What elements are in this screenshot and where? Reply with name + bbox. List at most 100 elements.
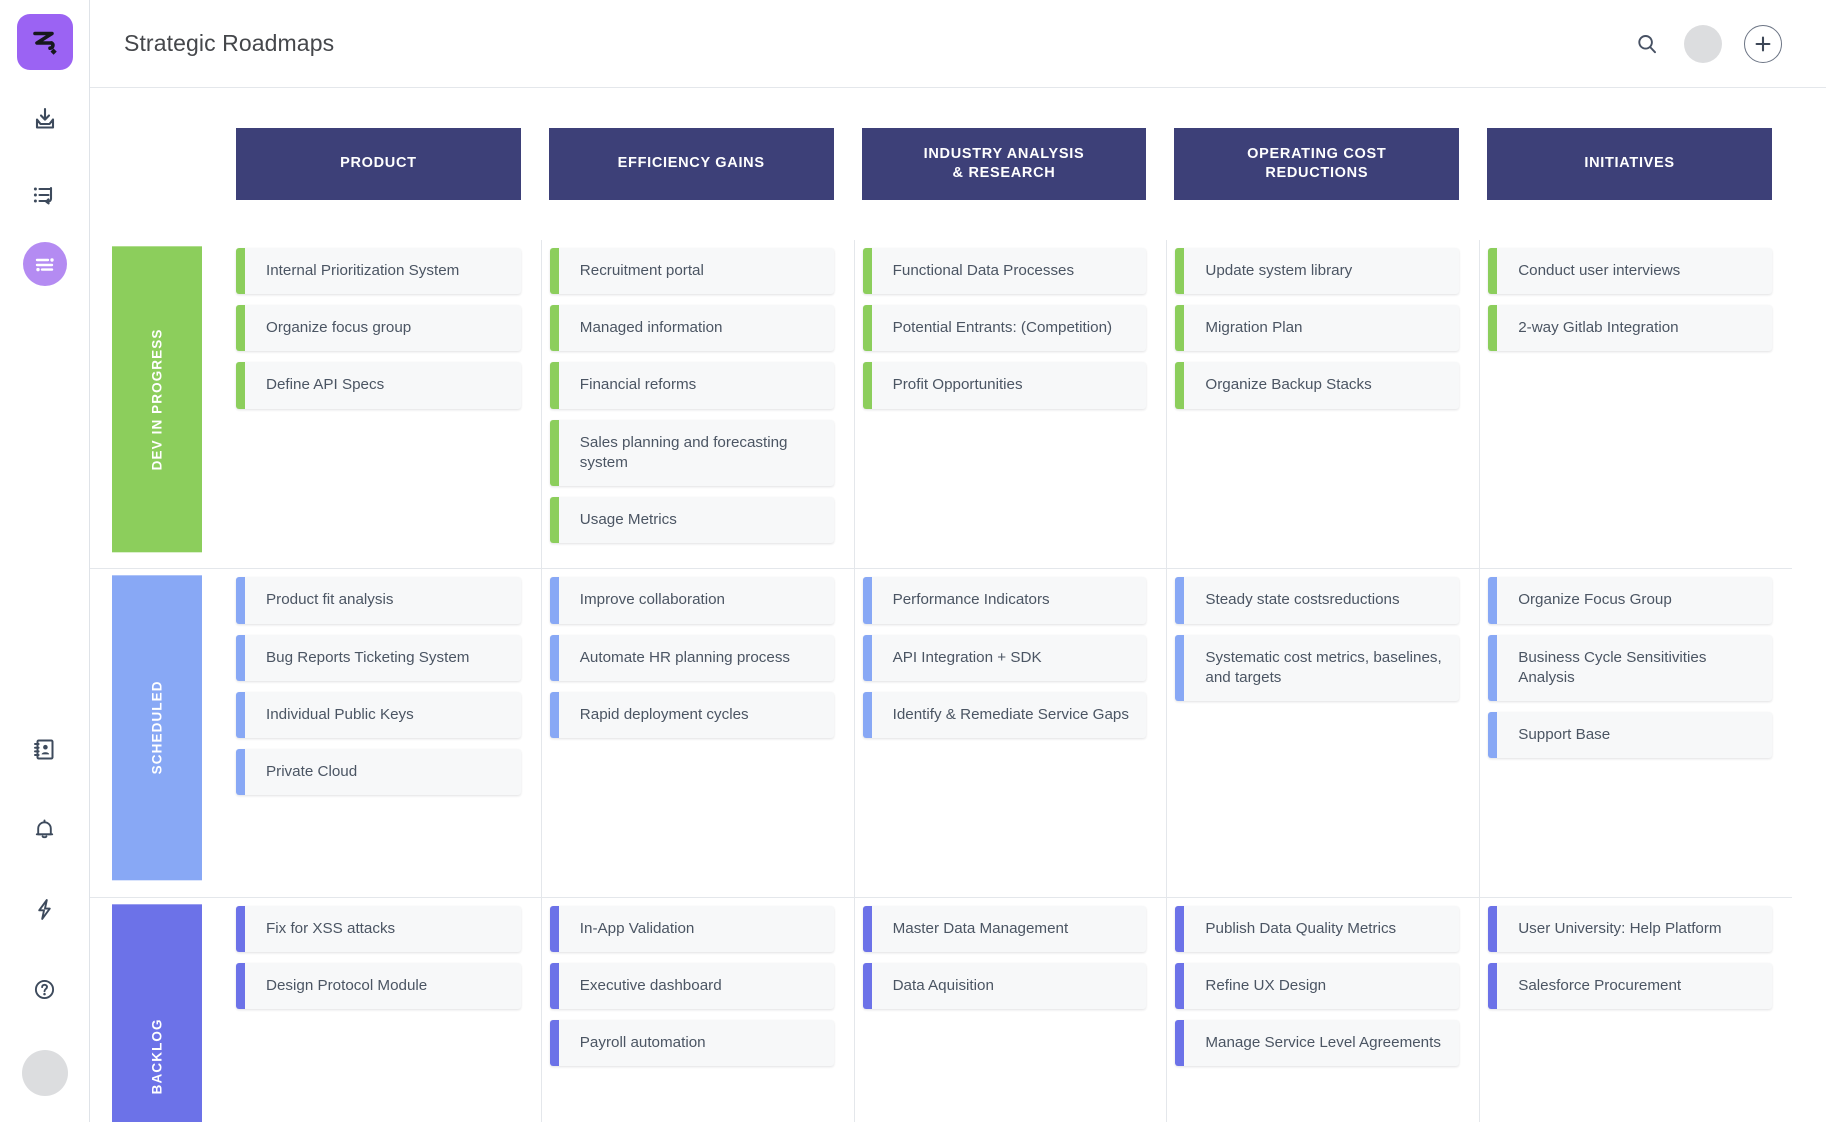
card[interactable]: Executive dashboard	[549, 962, 834, 1010]
card-title: Payroll automation	[579, 1034, 706, 1052]
board-body: DEV IN PROGRESS Internal Prioritization S…	[90, 240, 1826, 1122]
card[interactable]: Profit Opportunities	[862, 362, 1147, 409]
card[interactable]: Improve collaboration	[549, 577, 834, 624]
card-title: Publish Data Quality Metrics	[1205, 919, 1397, 937]
card-title: Refine UX Design	[1205, 976, 1327, 994]
card[interactable]: Manage Service Level Agreements	[1175, 1020, 1460, 1067]
card[interactable]: API Integration + SDK	[862, 634, 1147, 681]
card-title: Migration Plan	[1205, 319, 1303, 337]
card[interactable]: Bug Reports Ticketing System	[236, 634, 521, 681]
column-header-2[interactable]: INDUSTRY ANALYSIS & RESEARCH	[861, 128, 1147, 200]
card[interactable]: Conduct user interviews	[1488, 248, 1772, 295]
roadmap-lines-icon[interactable]	[22, 242, 67, 286]
lane-cell-1-2: Performance Indicators API Integration + …	[853, 568, 1167, 897]
roadmap-board: PRODUCT EFFICIENCY GAINS INDUSTRY ANALYS…	[90, 88, 1826, 1122]
card-title: Recruitment portal	[579, 262, 704, 279]
avatar[interactable]	[21, 1050, 68, 1096]
card-title: Product fit analysis	[266, 591, 394, 609]
card[interactable]: Functional Data Processes	[862, 248, 1147, 295]
main-area: Strategic Roadmaps PRODUCT EFFICIENCY GA…	[90, 0, 1826, 1122]
card[interactable]: Master Data Management	[862, 905, 1147, 953]
card[interactable]: Product fit analysis	[236, 577, 521, 624]
lane-cell-2-2: Master Data Management Data Aquisition	[853, 896, 1167, 1122]
card-title: Conduct user interviews	[1518, 262, 1681, 279]
card[interactable]: Design Protocol Module	[236, 962, 521, 1010]
card-title: Organize Backup Stacks	[1205, 376, 1372, 394]
card-title: Identify & Remediate Service Gaps	[892, 705, 1129, 723]
card[interactable]: In-App Validation	[549, 905, 834, 953]
card-title: Data Aquisition	[892, 976, 994, 994]
board-column-headers: PRODUCT EFFICIENCY GAINS INDUSTRY ANALYS…	[90, 128, 1826, 240]
lane-label-1[interactable]: SCHEDULED	[112, 575, 202, 881]
card[interactable]: Refine UX Design	[1175, 962, 1460, 1010]
card[interactable]: Publish Data Quality Metrics	[1175, 905, 1460, 953]
card-title: In-App Validation	[579, 919, 695, 937]
card-title: Private Cloud	[266, 762, 358, 780]
column-header-1[interactable]: EFFICIENCY GAINS	[548, 128, 834, 200]
card[interactable]: Identify & Remediate Service Gaps	[862, 691, 1147, 739]
lane-gutter	[202, 240, 228, 568]
lane-label-0[interactable]: DEV IN PROGRESS	[112, 246, 202, 553]
card[interactable]: Organize Focus Group	[1488, 577, 1772, 624]
lane-gutter	[202, 568, 228, 896]
card[interactable]: Organize focus group	[236, 305, 521, 352]
card[interactable]: Update system library	[1175, 248, 1460, 295]
card[interactable]: Performance Indicators	[862, 577, 1147, 624]
card-title: Automate HR planning process	[579, 648, 791, 666]
column-header-0[interactable]: PRODUCT	[236, 128, 521, 200]
column-header-4[interactable]: INITIATIVES	[1487, 128, 1772, 200]
card[interactable]: Automate HR planning process	[549, 634, 834, 681]
card[interactable]: Recruitment portal	[549, 248, 834, 295]
card[interactable]: Financial reforms	[549, 362, 834, 409]
lane-cell-0-0: Internal Prioritization System Organize f…	[228, 240, 541, 568]
card[interactable]: Rapid deployment cycles	[549, 691, 834, 739]
card-title: Managed information	[579, 319, 723, 337]
card[interactable]: Define API Specs	[236, 362, 521, 409]
card[interactable]: 2-way Gitlab Integration	[1488, 305, 1772, 352]
card[interactable]: Migration Plan	[1175, 305, 1460, 352]
card[interactable]: Data Aquisition	[862, 962, 1147, 1010]
contacts-book-icon[interactable]	[18, 722, 72, 776]
card[interactable]: Systematic cost metrics, baselines, and …	[1175, 634, 1460, 702]
search-icon[interactable]	[1632, 29, 1662, 59]
card-title: Master Data Management	[892, 919, 1069, 937]
card-title: Executive dashboard	[579, 976, 722, 994]
card[interactable]: Payroll automation	[549, 1020, 834, 1067]
card[interactable]: Internal Prioritization System	[236, 248, 521, 295]
card-title: Organize Focus Group	[1518, 591, 1672, 609]
lane-cell-0-3: Update system library Migration Plan Organ…	[1166, 240, 1479, 569]
avatar[interactable]	[1684, 24, 1722, 63]
lane-cell-2-4: User University: Help Platform Salesforce…	[1479, 896, 1792, 1122]
card[interactable]: Managed information	[549, 305, 834, 352]
card[interactable]: Individual Public Keys	[236, 691, 521, 739]
app-logo-icon[interactable]	[16, 14, 73, 70]
card[interactable]: Business Cycle Sensitivities Analysis	[1488, 634, 1772, 702]
lane-cell-2-1: In-App Validation Executive dashboard Payr…	[540, 896, 854, 1122]
card[interactable]: Salesforce Procurement	[1488, 962, 1772, 1010]
card[interactable]: Support Base	[1488, 711, 1772, 759]
card[interactable]: Steady state costsreductions	[1175, 577, 1460, 624]
top-bar-actions	[1632, 24, 1782, 63]
card[interactable]: Private Cloud	[236, 748, 521, 796]
card[interactable]: Sales planning and forecasting system	[549, 419, 834, 487]
card[interactable]: Potential Entrants: (Competition)	[862, 305, 1147, 352]
card[interactable]: Usage Metrics	[549, 497, 834, 544]
card[interactable]: Organize Backup Stacks	[1175, 362, 1460, 409]
inbox-download-icon[interactable]	[18, 92, 72, 146]
list-undo-icon[interactable]	[18, 168, 72, 222]
lane-0-chip-wrap: DEV IN PROGRESS	[90, 240, 202, 568]
help-circle-icon[interactable]	[18, 962, 72, 1016]
bell-icon[interactable]	[18, 802, 72, 856]
card-title: Design Protocol Module	[266, 976, 428, 994]
column-header-3[interactable]: OPERATING COST REDUCTIONS	[1174, 128, 1460, 200]
card-title: Manage Service Level Agreements	[1205, 1034, 1441, 1052]
lane-label-2[interactable]: BACKLOG	[112, 903, 202, 1122]
lane-cell-1-3: Steady state costsreductions Systematic c…	[1166, 568, 1480, 897]
card[interactable]: User University: Help Platform	[1488, 905, 1772, 953]
lightning-bolt-icon[interactable]	[18, 882, 72, 936]
add-button[interactable]	[1744, 24, 1782, 63]
lane-cell-1-4: Organize Focus Group Business Cycle Sensi…	[1479, 568, 1792, 897]
page-title: Strategic Roadmaps	[124, 30, 335, 56]
card[interactable]: Fix for XSS attacks	[236, 905, 521, 953]
card-title: Potential Entrants: (Competition)	[892, 319, 1113, 337]
